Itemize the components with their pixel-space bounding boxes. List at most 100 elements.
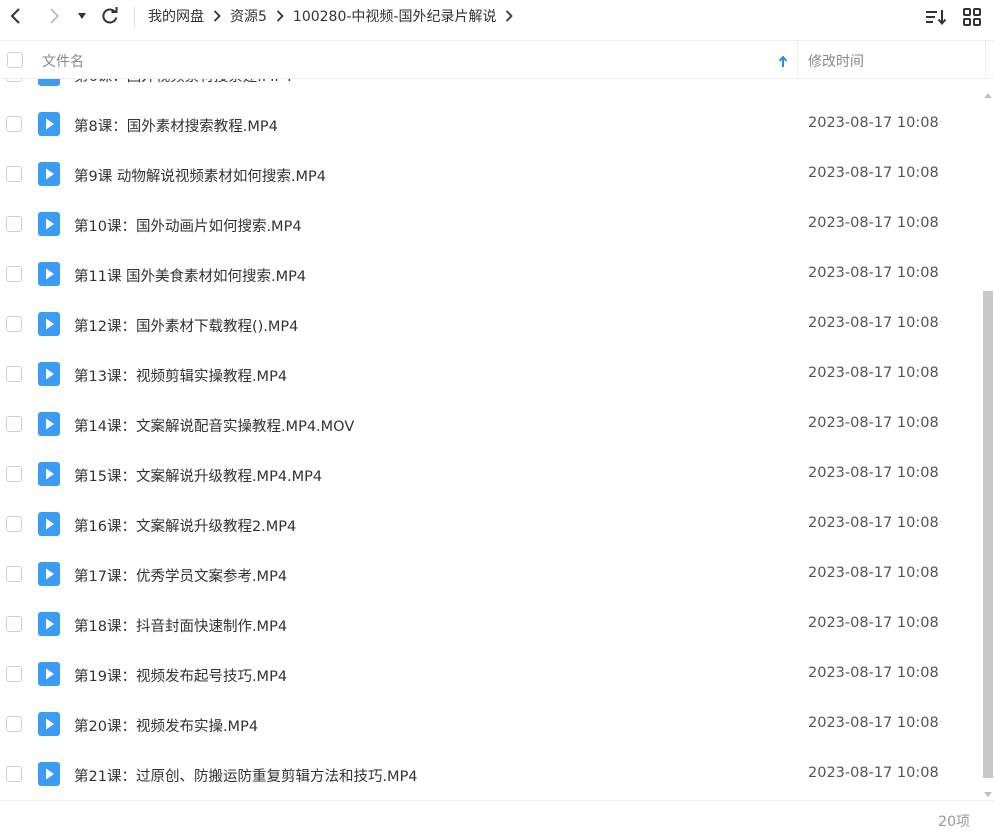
row-checkbox[interactable] — [6, 316, 22, 332]
file-list: 第6课：国外视频素材搜索建.MP42023-08-17 10:08第8课：国外素… — [0, 79, 980, 800]
sort-ascending-arrow-icon[interactable] — [778, 53, 788, 72]
breadcrumb: 我的网盘 资源5 100280-中视频-国外纪录片解说 — [148, 0, 522, 32]
video-file-icon — [38, 112, 60, 136]
row-checkbox[interactable] — [6, 766, 22, 782]
scrollbar-thumb[interactable] — [983, 291, 993, 778]
grid-view-icon — [962, 7, 982, 27]
file-row[interactable]: 第13课：视频剪辑实操教程.MP4 2023-08-17 10:08 — [0, 350, 980, 400]
file-name[interactable]: 第10课：国外动画片如何搜索.MP4 — [74, 215, 302, 236]
scroll-up-arrow-icon[interactable] — [983, 84, 993, 103]
file-modified-time: 2023-08-17 10:08 — [808, 415, 939, 431]
file-modified-time: 2023-08-17 10:08 — [808, 265, 939, 281]
video-file-icon — [38, 312, 60, 336]
row-checkbox[interactable] — [6, 516, 22, 532]
file-row[interactable]: 第15课：文案解说升级教程.MP4.MP4 2023-08-17 10:08 — [0, 450, 980, 500]
file-name[interactable]: 第17课：优秀学员文案参考.MP4 — [74, 565, 287, 586]
column-divider — [985, 41, 986, 79]
video-file-icon — [38, 462, 60, 486]
file-name[interactable]: 第13课：视频剪辑实操教程.MP4 — [74, 365, 287, 386]
row-checkbox[interactable] — [6, 566, 22, 582]
file-row[interactable]: 第18课：抖音封面快速制作.MP4 2023-08-17 10:08 — [0, 600, 980, 650]
chevron-right-icon[interactable] — [505, 10, 514, 22]
video-file-icon — [38, 562, 60, 586]
caret-down-icon — [77, 12, 87, 20]
status-bar: 20项 — [0, 800, 994, 832]
breadcrumb-item-my-drive[interactable]: 我的网盘 — [148, 6, 204, 26]
column-divider[interactable] — [797, 41, 798, 79]
grid-view-button[interactable] — [958, 2, 986, 32]
file-modified-time: 2023-08-17 10:08 — [808, 315, 939, 331]
row-checkbox[interactable] — [6, 79, 22, 82]
file-modified-time: 2023-08-17 10:08 — [808, 565, 939, 581]
select-all-checkbox[interactable] — [7, 52, 23, 68]
file-name[interactable]: 第6课：国外视频素材搜索建.MP4 — [74, 79, 292, 86]
sort-list-icon — [925, 8, 947, 26]
video-file-icon — [38, 79, 60, 86]
file-modified-time: 2023-08-17 10:08 — [808, 165, 939, 181]
file-modified-time: 2023-08-17 10:08 — [808, 765, 939, 781]
file-row[interactable]: 第16课：文案解说升级教程2.MP4 2023-08-17 10:08 — [0, 500, 980, 550]
chevron-right-icon — [276, 10, 284, 22]
item-count: 20项 — [938, 814, 970, 830]
file-name[interactable]: 第9课 动物解说视频素材如何搜索.MP4 — [74, 165, 326, 186]
chevron-right-icon — [213, 10, 221, 22]
file-name[interactable]: 第12课：国外素材下载教程().MP4 — [74, 315, 298, 336]
video-file-icon — [38, 162, 60, 186]
row-checkbox[interactable] — [6, 466, 22, 482]
video-file-icon — [38, 512, 60, 536]
file-row[interactable]: 第21课：过原创、防搬运防重复剪辑方法和技巧.MP4 2023-08-17 10:… — [0, 750, 980, 800]
file-name[interactable]: 第19课：视频发布起号技巧.MP4 — [74, 665, 287, 686]
refresh-button[interactable] — [96, 1, 124, 31]
file-name[interactable]: 第8课：国外素材搜索教程.MP4 — [74, 115, 278, 136]
video-file-icon — [38, 762, 60, 786]
file-name[interactable]: 第11课 国外美食素材如何搜索.MP4 — [74, 265, 306, 286]
row-checkbox[interactable] — [6, 166, 22, 182]
file-row[interactable]: 第6课：国外视频素材搜索建.MP4 2023-08-17 10:08 — [0, 79, 980, 100]
vertical-scrollbar[interactable] — [981, 84, 994, 797]
video-file-icon — [38, 262, 60, 286]
video-file-icon — [38, 212, 60, 236]
row-checkbox[interactable] — [6, 116, 22, 132]
video-file-icon — [38, 662, 60, 686]
file-row[interactable]: 第11课 国外美食素材如何搜索.MP4 2023-08-17 10:08 — [0, 250, 980, 300]
row-checkbox[interactable] — [6, 366, 22, 382]
history-dropdown-button[interactable] — [70, 1, 94, 31]
file-row[interactable]: 第9课 动物解说视频素材如何搜索.MP4 2023-08-17 10:08 — [0, 150, 980, 200]
file-name[interactable]: 第20课：视频发布实操.MP4 — [74, 715, 258, 736]
file-row[interactable]: 第10课：国外动画片如何搜索.MP4 2023-08-17 10:08 — [0, 200, 980, 250]
video-file-icon — [38, 362, 60, 386]
file-row[interactable]: 第20课：视频发布实操.MP4 2023-08-17 10:08 — [0, 700, 980, 750]
row-checkbox[interactable] — [6, 416, 22, 432]
file-modified-time: 2023-08-17 10:08 — [808, 665, 939, 681]
breadcrumb-item-current-folder[interactable]: 100280-中视频-国外纪录片解说 — [293, 6, 497, 26]
sort-button[interactable] — [922, 2, 950, 32]
file-modified-time: 2023-08-17 10:08 — [808, 715, 939, 731]
file-name[interactable]: 第21课：过原创、防搬运防重复剪辑方法和技巧.MP4 — [74, 765, 418, 786]
column-header-modified[interactable]: 修改时间 — [808, 51, 864, 71]
row-checkbox[interactable] — [6, 216, 22, 232]
chevron-right-icon — [47, 7, 61, 25]
file-row[interactable]: 第17课：优秀学员文案参考.MP4 2023-08-17 10:08 — [0, 550, 980, 600]
forward-button[interactable] — [40, 1, 68, 31]
row-checkbox[interactable] — [6, 666, 22, 682]
file-list-header: 文件名 修改时间 — [0, 40, 994, 79]
breadcrumb-item-resource5[interactable]: 资源5 — [230, 6, 267, 26]
toolbar-divider — [134, 6, 135, 28]
file-row[interactable]: 第19课：视频发布起号技巧.MP4 2023-08-17 10:08 — [0, 650, 980, 700]
file-name[interactable]: 第15课：文案解说升级教程.MP4.MP4 — [74, 465, 322, 486]
file-name[interactable]: 第14课：文案解说配音实操教程.MP4.MOV — [74, 415, 354, 436]
file-modified-time: 2023-08-17 10:08 — [808, 365, 939, 381]
file-row[interactable]: 第12课：国外素材下载教程().MP4 2023-08-17 10:08 — [0, 300, 980, 350]
file-name[interactable]: 第18课：抖音封面快速制作.MP4 — [74, 615, 287, 636]
file-row[interactable]: 第14课：文案解说配音实操教程.MP4.MOV 2023-08-17 10:08 — [0, 400, 980, 450]
row-checkbox[interactable] — [6, 616, 22, 632]
file-name[interactable]: 第16课：文案解说升级教程2.MP4 — [74, 515, 296, 536]
file-modified-time: 2023-08-17 10:08 — [808, 115, 939, 131]
back-button[interactable] — [2, 1, 30, 31]
column-header-name[interactable]: 文件名 — [42, 51, 84, 71]
row-checkbox[interactable] — [6, 716, 22, 732]
toolbar: 我的网盘 资源5 100280-中视频-国外纪录片解说 — [0, 0, 994, 36]
row-checkbox[interactable] — [6, 266, 22, 282]
file-row[interactable]: 第8课：国外素材搜索教程.MP4 2023-08-17 10:08 — [0, 100, 980, 150]
chevron-left-icon — [9, 7, 23, 25]
